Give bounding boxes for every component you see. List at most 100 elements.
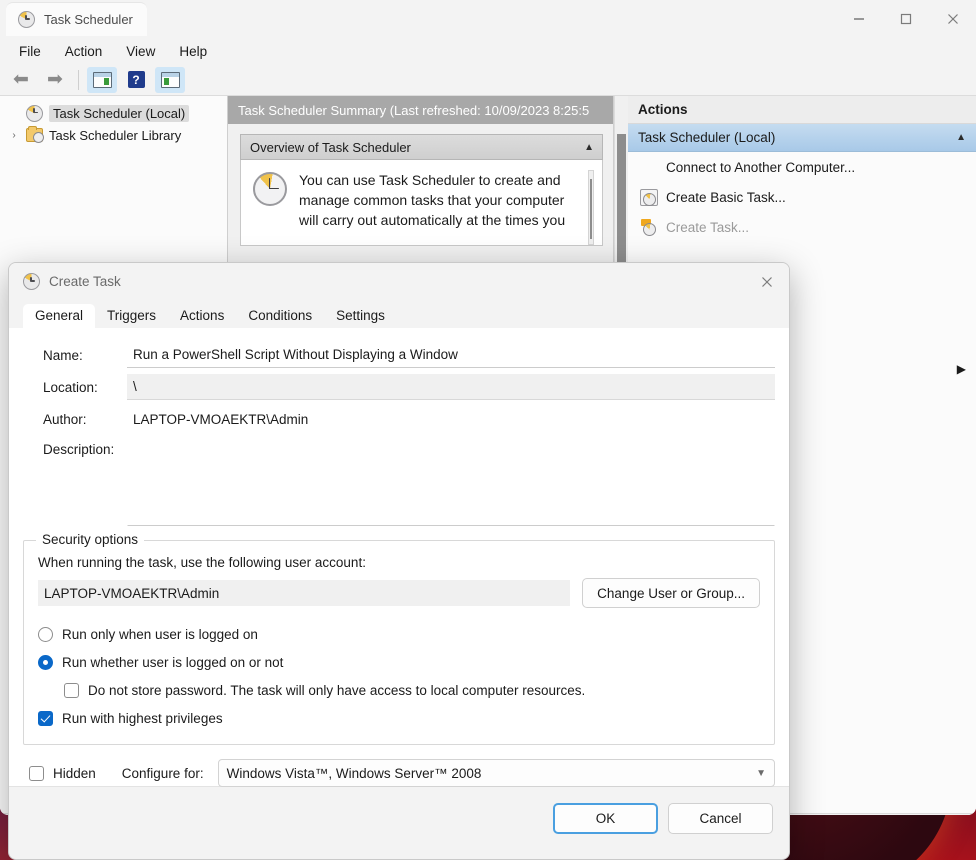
author-value: LAPTOP-VMOAEKTR\Admin: [133, 411, 309, 427]
menu-action[interactable]: Action: [54, 41, 114, 62]
submenu-arrow-icon[interactable]: ▶: [957, 362, 966, 376]
checkbox-icon[interactable]: [64, 682, 79, 698]
chevron-up-icon[interactable]: ▲: [956, 132, 966, 143]
window-title: Task Scheduler: [44, 12, 133, 27]
window-controls: [835, 0, 976, 38]
show-hide-tree-icon[interactable]: [87, 66, 117, 93]
change-user-or-group-button[interactable]: Change User or Group...: [582, 578, 760, 608]
checkbox-label: Run with highest privileges: [62, 710, 223, 726]
dialog-close-button[interactable]: [744, 263, 789, 300]
overview-group-header[interactable]: Overview of Task Scheduler ▲: [240, 134, 603, 160]
location-label: Location:: [43, 379, 98, 395]
action-create-task[interactable]: Create Task...: [628, 212, 976, 242]
description-label: Description:: [43, 442, 115, 457]
radio-label: Run whether user is logged on or not: [62, 654, 284, 670]
menu-view[interactable]: View: [115, 41, 166, 62]
tab-conditions[interactable]: Conditions: [236, 304, 324, 328]
radio-icon[interactable]: [38, 626, 53, 642]
create-task-dialog: Create Task General Triggers Actions Con…: [8, 262, 790, 860]
author-label: Author:: [43, 411, 87, 427]
actions-group-label: Task Scheduler (Local): [638, 130, 776, 145]
dialog-bottom-row: Hidden Configure for: Windows Vista™, Wi…: [23, 759, 775, 787]
maximize-button[interactable]: [882, 0, 929, 38]
checkbox-hidden[interactable]: Hidden: [29, 759, 96, 787]
action-connect-to-another-computer[interactable]: Connect to Another Computer...: [628, 152, 976, 182]
close-button[interactable]: [929, 0, 976, 38]
radio-icon-selected[interactable]: [38, 654, 53, 670]
account-row: LAPTOP-VMOAEKTR\Admin Change User or Gro…: [38, 578, 760, 608]
clock-icon: [26, 104, 43, 122]
actions-group-task-scheduler-local[interactable]: Task Scheduler (Local) ▲: [628, 124, 976, 152]
scrollbar-thumb[interactable]: [590, 179, 592, 239]
clock-icon: [253, 172, 287, 206]
tree-item-task-scheduler-local[interactable]: Task Scheduler (Local): [0, 102, 227, 124]
checkbox-run-with-highest-privileges[interactable]: Run with highest privileges: [38, 704, 760, 732]
security-options-legend: Security options: [36, 532, 145, 547]
tab-settings[interactable]: Settings: [324, 304, 397, 328]
name-input[interactable]: Run a PowerShell Script Without Displayi…: [127, 342, 775, 368]
clock-icon: [18, 11, 35, 28]
minimize-button[interactable]: [835, 0, 882, 38]
dialog-title: Create Task: [49, 274, 121, 289]
action-create-basic-task[interactable]: Create Basic Task...: [628, 182, 976, 212]
name-row: Name: Run a PowerShell Script Without Di…: [23, 342, 775, 368]
location-value: \: [127, 374, 775, 400]
create-basic-task-icon: [640, 188, 658, 206]
title-bar: Task Scheduler: [0, 0, 976, 38]
tree-expander-icon[interactable]: ›: [8, 130, 20, 141]
action-label: Create Basic Task...: [666, 189, 786, 205]
hidden-label: Hidden: [53, 765, 96, 781]
back-arrow-icon[interactable]: ⬅: [6, 67, 36, 93]
user-account-value: LAPTOP-VMOAEKTR\Admin: [38, 580, 571, 606]
tab-general[interactable]: General: [23, 304, 96, 328]
name-label: Name:: [43, 347, 83, 363]
configure-for-select[interactable]: Windows Vista™, Windows Server™ 2008 ▼: [217, 759, 775, 787]
description-input[interactable]: [127, 438, 775, 526]
window-tab[interactable]: Task Scheduler: [6, 2, 147, 36]
security-prompt: When running the task, use the following…: [38, 555, 366, 570]
action-label: Connect to Another Computer...: [666, 159, 856, 175]
author-row: Author: LAPTOP-VMOAEKTR\Admin: [23, 406, 775, 432]
clock-icon: [23, 273, 40, 290]
actions-header: Actions: [628, 96, 976, 124]
checkbox-icon-checked[interactable]: [38, 710, 53, 726]
configure-for-label: Configure for:: [121, 765, 204, 781]
toolbar-divider: [78, 69, 79, 90]
folder-clock-icon: [26, 126, 44, 143]
radio-run-only-when-logged-on[interactable]: Run only when user is logged on: [38, 620, 760, 648]
tab-actions[interactable]: Actions: [168, 304, 236, 328]
configure-for-value: Windows Vista™, Windows Server™ 2008: [226, 765, 482, 781]
menu-file[interactable]: File: [8, 41, 52, 62]
screen: Task Scheduler File Action View Help ⬅ ➡…: [0, 0, 976, 860]
forward-arrow-icon[interactable]: ➡: [40, 67, 70, 93]
overview-scrollbar[interactable]: [588, 170, 594, 245]
tab-triggers[interactable]: Triggers: [95, 304, 168, 328]
show-hide-action-pane-icon[interactable]: [155, 66, 185, 93]
help-icon[interactable]: ?: [121, 67, 151, 93]
cancel-button[interactable]: Cancel: [668, 803, 773, 834]
radio-run-whether-logged-on-or-not[interactable]: Run whether user is logged on or not: [38, 648, 760, 676]
dialog-title-bar: Create Task: [9, 263, 789, 300]
overview-group-body: You can use Task Scheduler to create and…: [240, 160, 603, 246]
dialog-general-panel: Name: Run a PowerShell Script Without Di…: [9, 328, 789, 787]
ok-button[interactable]: OK: [553, 803, 658, 834]
chevron-down-icon[interactable]: ▼: [756, 768, 766, 779]
action-label: Create Task...: [666, 219, 750, 235]
tree-item-task-scheduler-library[interactable]: › Task Scheduler Library: [0, 124, 227, 146]
checkbox-label: Do not store password. The task will onl…: [88, 682, 586, 698]
toolbar: ⬅ ➡ ?: [0, 64, 976, 96]
location-row: Location: \: [23, 374, 775, 400]
radio-label: Run only when user is logged on: [62, 626, 258, 642]
menu-bar: File Action View Help: [0, 38, 976, 64]
checkbox-do-not-store-password[interactable]: Do not store password. The task will onl…: [64, 676, 760, 704]
menu-help[interactable]: Help: [168, 41, 218, 62]
tree-item-label: Task Scheduler Library: [49, 127, 182, 143]
checkbox-icon[interactable]: [29, 765, 44, 781]
dialog-footer: OK Cancel: [9, 786, 789, 850]
overview-text: You can use Task Scheduler to create and…: [299, 172, 566, 228]
description-row: Description:: [23, 438, 775, 526]
chevron-up-icon[interactable]: ▲: [584, 142, 594, 153]
tree-item-label: Task Scheduler (Local): [49, 104, 190, 122]
security-options-group: Security options When running the task, …: [23, 532, 775, 745]
create-task-icon: [640, 218, 658, 236]
